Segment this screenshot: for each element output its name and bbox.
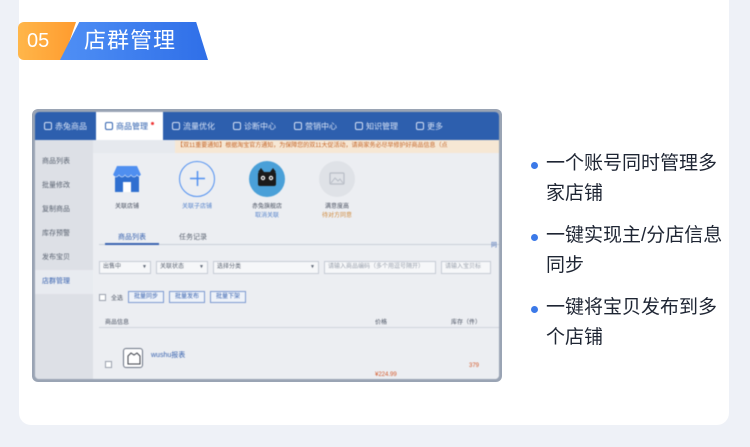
nav-item-knowledge[interactable]: 知识管理 [346,112,407,140]
table-header: 商品信息 价格 库存（件） [99,314,499,328]
link-shop-app[interactable]: 关联店铺 [99,161,155,212]
pending-shop-app[interactable]: 满意度高 待对方同意 [309,161,365,221]
chevron-down-icon: ▼ [199,264,204,270]
chevron-down-icon: ▼ [142,264,147,270]
batch-publish-button[interactable]: 批量发布 [169,291,206,303]
batch-delist-button[interactable]: 批量下架 [210,291,247,303]
app-logo-icon [44,122,52,130]
tab-bar: 商品列表 任务记录 [99,231,499,245]
search-input[interactable]: 请输入商品编码（多个用逗号隔开） [324,261,436,274]
nav-item-diagnose[interactable]: 诊断中心 [224,112,285,140]
plus-icon [179,161,215,197]
col-stock: 库存（件） [451,320,482,326]
sidebar-item-shop-group[interactable]: 店群管理 [35,270,93,294]
app-label: 满意度高 [324,204,349,210]
link-subshop-app[interactable]: 关联子店铺 [169,161,225,212]
price-value: ¥224.99 [375,372,397,378]
assoc-select[interactable]: 关联状态 ▼ [156,261,208,274]
app-label: 关联店铺 [114,204,139,210]
sidebar-item-stock-alert[interactable]: 库存预警 [35,222,93,246]
tab-task-log[interactable]: 任务记录 [169,231,217,245]
notification-dot [151,121,154,125]
bullet-dot [531,162,538,169]
select-all-checkbox[interactable] [99,293,106,301]
image-placeholder-icon [319,161,355,197]
shop-name[interactable]: wushu报表 [151,350,185,360]
section-title: 店群管理 [60,22,208,60]
optimize-icon [172,122,180,130]
shop-icon [109,161,145,197]
sidebar-item-batch-edit[interactable]: 批量修改 [35,174,93,198]
select-all-label: 全选 [111,295,124,302]
tmall-cat-icon [249,161,285,197]
nav-item-marketing[interactable]: 营销中心 [285,112,346,140]
app-label: 赤兔旗舰店 [251,204,282,210]
nav-item-goods[interactable]: 商品管理 [96,112,163,140]
app-screenshot: 赤兔商品 商品管理 流量优化 诊断中心 营销中心 知识管理 更多 【双11重要通… [32,109,502,382]
category-select[interactable]: 选择分类 ▼ [213,261,319,274]
bulk-actions: 全选 批量同步 批量发布 批量下架 [99,291,247,303]
main-panel: 关联店铺 关联子店铺 赤兔旗舰店 取消关联 满意度高 待对方同意 商品列表 任务… [93,153,499,379]
unlink-link[interactable]: 取消关联 [239,212,295,221]
status-select[interactable]: 出售中 ▼ [99,261,151,274]
grid-icon [416,122,424,130]
knowledge-icon [355,122,363,130]
notice-bar[interactable]: 【双11重要通知】根据淘宝官方通知，为保障您的双11大促活动，请商家务必尽早修护… [175,140,499,153]
sync-link[interactable]: 同 [491,240,497,249]
sidebar-item-copy-goods[interactable]: 复制商品 [35,198,93,222]
chevron-down-icon: ▼ [310,264,315,270]
tmall-shop-app[interactable]: 赤兔旗舰店 取消关联 [239,161,295,221]
app-label: 关联子店铺 [181,204,212,210]
diagnose-icon [233,122,241,130]
feature-bullet-3: 一键将宝贝发布到多个店铺 [531,293,726,353]
bullet-dot [531,306,538,313]
filter-bar: 出售中 ▼ 关联状态 ▼ 选择分类 ▼ 请输入商品编码（多个用逗号隔开） 请输入宝贝标 [99,261,491,274]
goods-icon [105,122,113,130]
shop-logo-icon [123,348,143,368]
col-price: 价格 [375,320,388,326]
sidebar-item-goods-list[interactable]: 商品列表 [35,150,93,174]
nav-item-optimize[interactable]: 流量优化 [163,112,224,140]
bullet-dot [531,234,538,241]
row-checkbox[interactable] [105,361,112,368]
sidebar: 商品列表 批量修改 复制商品 库存预警 发布宝贝 店群管理 [35,140,93,379]
sidebar-item-publish[interactable]: 发布宝贝 [35,246,93,270]
top-nav: 赤兔商品 商品管理 流量优化 诊断中心 营销中心 知识管理 更多 [35,112,499,140]
stock-value: 379 [469,363,480,369]
tab-goods-list[interactable]: 商品列表 [105,231,159,245]
nav-item-logo[interactable]: 赤兔商品 [35,112,96,140]
pending-status: 待对方同意 [321,213,352,219]
table-row[interactable]: wushu报表 ¥224.99 379 无洼 [99,336,499,379]
feature-bullet-2: 一键实现主/分店信息同步 [531,221,726,281]
batch-sync-button[interactable]: 批量同步 [128,291,165,303]
feature-bullet-1: 一个账号同时管理多家店铺 [531,149,726,209]
nav-item-more[interactable]: 更多 [407,112,452,140]
col-goods-info: 商品信息 [105,320,130,326]
title-input[interactable]: 请输入宝贝标 [441,261,491,274]
marketing-icon [294,122,302,130]
